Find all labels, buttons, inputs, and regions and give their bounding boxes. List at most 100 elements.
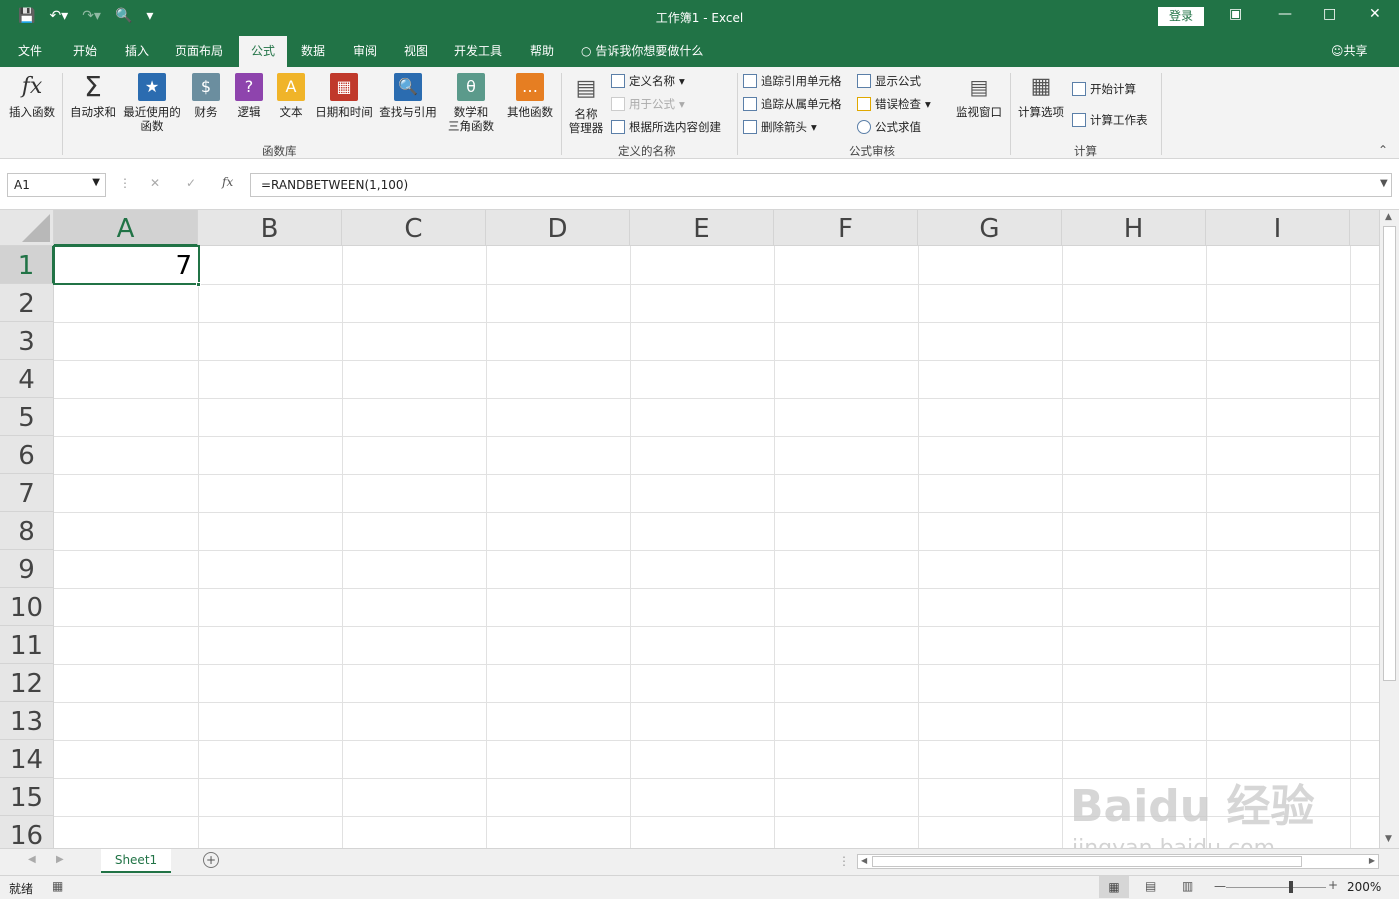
column-header-e[interactable]: E (630, 210, 774, 246)
zoom-slider-thumb[interactable] (1289, 881, 1293, 893)
collapse-ribbon-icon[interactable]: ⌃ (1378, 143, 1388, 157)
prev-sheet-icon[interactable]: ◀ (28, 854, 36, 865)
warning-icon (857, 97, 871, 111)
scroll-right-icon[interactable]: ▶ (1369, 856, 1375, 865)
calc-options-button[interactable]: ▦ 计算选项 (1014, 73, 1068, 120)
scroll-thumb[interactable] (1383, 226, 1396, 681)
row-header-13[interactable]: 13 (0, 702, 54, 740)
row-header-3[interactable]: 3 (0, 322, 54, 360)
zoom-in-icon[interactable]: + (1328, 878, 1338, 892)
trace-dependents-button[interactable]: 追踪从属单元格 (743, 96, 842, 112)
recent-functions-button[interactable]: ★ 最近使用的 函数 (121, 73, 183, 133)
show-formulas-button[interactable]: 显示公式 (857, 73, 921, 89)
tab-insert[interactable]: 插入 (125, 42, 149, 59)
calc-sheet-button[interactable]: 计算工作表 (1072, 112, 1148, 128)
tab-review[interactable]: 审阅 (353, 42, 377, 59)
row-header-5[interactable]: 5 (0, 398, 54, 436)
row-header-9[interactable]: 9 (0, 550, 54, 588)
minimize-icon[interactable]: — (1278, 6, 1292, 22)
share-button[interactable]: ☺共享 (1331, 42, 1368, 59)
expand-formula-icon[interactable]: ▼ (1380, 178, 1388, 189)
logical-button[interactable]: ? 逻辑 (231, 73, 267, 119)
remove-arrows-button[interactable]: 删除箭头 ▾ (743, 119, 817, 135)
zoom-level[interactable]: 200% (1347, 880, 1381, 894)
more-functions-button[interactable]: … 其他函数 (503, 73, 557, 119)
row-header-15[interactable]: 15 (0, 778, 54, 816)
create-from-selection-button[interactable]: 根据所选内容创建 (611, 119, 721, 135)
zoom-slider[interactable] (1226, 887, 1326, 888)
trace-precedents-button[interactable]: 追踪引用单元格 (743, 73, 842, 89)
row-header-2[interactable]: 2 (0, 284, 54, 322)
row-header-10[interactable]: 10 (0, 588, 54, 626)
tab-help[interactable]: 帮助 (530, 42, 554, 59)
vertical-scrollbar[interactable]: ▲ ▼ (1379, 210, 1399, 848)
next-sheet-icon[interactable]: ▶ (56, 854, 64, 865)
close-icon[interactable]: ✕ (1369, 6, 1381, 22)
row-header-11[interactable]: 11 (0, 626, 54, 664)
zoom-out-icon[interactable]: — (1214, 879, 1226, 893)
text-button[interactable]: A 文本 (273, 73, 309, 119)
fill-handle[interactable] (196, 282, 201, 287)
h-scroll-thumb[interactable] (872, 856, 1302, 867)
ribbon-display-icon[interactable]: ▣ (1229, 6, 1242, 22)
scroll-left-icon[interactable]: ◀ (861, 856, 867, 865)
row-header-16[interactable]: 16 (0, 816, 54, 848)
evaluate-formula-button[interactable]: 公式求值 (857, 119, 921, 135)
page-break-view-icon[interactable]: ▥ (1182, 879, 1193, 893)
maximize-icon[interactable]: □ (1323, 6, 1336, 22)
cell-a1[interactable]: 7 (53, 245, 200, 285)
tab-file[interactable]: 文件 (18, 42, 42, 59)
tab-page-layout[interactable]: 页面布局 (175, 42, 223, 59)
math-trig-button[interactable]: θ 数学和 三角函数 (440, 73, 502, 133)
fx-icon[interactable]: fx (222, 175, 233, 189)
normal-view-icon[interactable]: ▦ (1099, 876, 1129, 898)
name-manager-button[interactable]: ▤ 名称 管理器 (565, 75, 607, 136)
column-header-partial[interactable] (1350, 210, 1379, 246)
row-header-1[interactable]: 1 (0, 246, 54, 284)
watch-window-button[interactable]: ▤ 监视窗口 (952, 73, 1006, 119)
column-header-h[interactable]: H (1062, 210, 1206, 246)
financial-button[interactable]: $ 财务 (188, 73, 224, 119)
datetime-button[interactable]: ▦ 日期和时间 (312, 73, 376, 119)
define-name-button[interactable]: 定义名称 ▾ (611, 73, 685, 89)
tab-view[interactable]: 视图 (404, 42, 428, 59)
column-header-d[interactable]: D (486, 210, 630, 246)
tab-data[interactable]: 数据 (301, 42, 325, 59)
scroll-down-icon[interactable]: ▼ (1385, 834, 1392, 844)
row-header-4[interactable]: 4 (0, 360, 54, 398)
error-checking-button[interactable]: 错误检查 ▾ (857, 96, 931, 112)
select-all-corner[interactable] (0, 210, 54, 246)
confirm-icon[interactable]: ✓ (186, 176, 196, 190)
use-in-formula-button[interactable]: 用于公式 ▾ (611, 96, 685, 112)
row-header-6[interactable]: 6 (0, 436, 54, 474)
autosum-button[interactable]: Σ 自动求和 (66, 73, 120, 120)
column-header-a[interactable]: A (54, 210, 198, 246)
scroll-up-icon[interactable]: ▲ (1385, 212, 1392, 222)
page-layout-view-icon[interactable]: ▤ (1145, 879, 1156, 893)
tab-developer[interactable]: 开发工具 (454, 42, 502, 59)
row-header-12[interactable]: 12 (0, 664, 54, 702)
column-header-b[interactable]: B (198, 210, 342, 246)
insert-function-button[interactable]: fx 插入函数 (6, 73, 58, 120)
tell-me-search[interactable]: ○ 告诉我你想要做什么 (581, 42, 703, 59)
row-header-7[interactable]: 7 (0, 474, 54, 512)
split-handle-icon[interactable]: ⋮ (838, 854, 850, 868)
calc-now-button[interactable]: 开始计算 (1072, 81, 1136, 97)
lookup-button[interactable]: 🔍 查找与引用 (377, 73, 439, 119)
row-header-14[interactable]: 14 (0, 740, 54, 778)
column-header-i[interactable]: I (1206, 210, 1350, 246)
macro-record-icon[interactable]: ▦ (52, 879, 63, 893)
cancel-icon[interactable]: ✕ (150, 176, 160, 190)
login-button[interactable]: 登录 (1158, 7, 1204, 26)
column-header-g[interactable]: G (918, 210, 1062, 246)
name-box[interactable]: A1 ▼ (7, 173, 106, 197)
column-header-c[interactable]: C (342, 210, 486, 246)
sheet-tab-sheet1[interactable]: Sheet1 (101, 849, 171, 873)
column-header-f[interactable]: F (774, 210, 918, 246)
tab-home[interactable]: 开始 (73, 42, 97, 59)
add-sheet-icon[interactable]: + (203, 852, 219, 868)
tab-formulas[interactable]: 公式 (239, 36, 288, 67)
row-header-8[interactable]: 8 (0, 512, 54, 550)
formula-input[interactable]: =RANDBETWEEN(1,100) (250, 173, 1392, 197)
horizontal-scrollbar[interactable]: ◀ ▶ (857, 854, 1379, 869)
